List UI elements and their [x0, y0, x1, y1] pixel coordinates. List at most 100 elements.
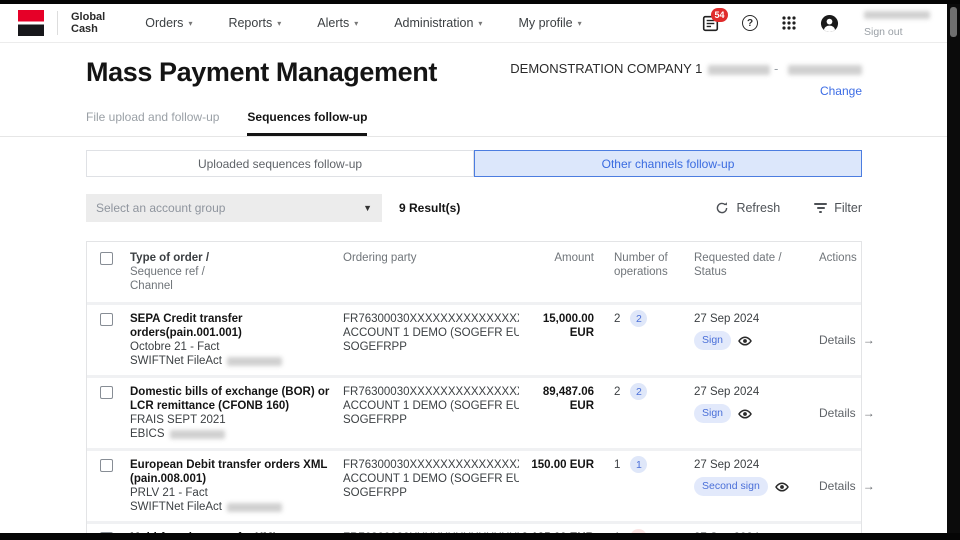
select-all-checkbox[interactable]	[100, 252, 113, 265]
channel-name: EBICS	[130, 428, 165, 440]
filter-button[interactable]: Filter	[814, 201, 862, 215]
date-status-cell: 27 Sep 2024 Second sign	[694, 458, 819, 496]
sign-out-link[interactable]: Sign out	[864, 26, 930, 38]
col-actions: Actions	[819, 252, 857, 264]
sequence-ref: PRLV 21 - Fact	[130, 487, 208, 499]
account-group-select[interactable]: Select an account group ▼	[86, 194, 382, 222]
eye-icon[interactable]	[774, 481, 789, 493]
row-checkbox[interactable]	[100, 313, 113, 326]
scrollbar-track[interactable]	[947, 0, 960, 540]
requested-date: 27 Sep 2024	[694, 459, 760, 471]
tab-sequences-follow-up[interactable]: Sequences follow-up	[247, 110, 368, 136]
user-menu[interactable]: Sign out	[864, 8, 930, 38]
col-number-of-operations: Number of operations	[614, 252, 668, 278]
toolbar: Select an account group ▼ 9 Result(s) Re…	[0, 194, 947, 222]
toolbar-right: Refresh Filter	[715, 201, 862, 215]
amount-cell: 15,000.00 EUR	[542, 313, 594, 339]
segment-other-channels-follow-up[interactable]: Other channels follow-up	[474, 150, 862, 177]
table-row: Domestic bills of exchange (BOR) or LCR …	[87, 378, 875, 451]
notifications-button[interactable]: 54	[702, 7, 728, 32]
channel-line: SWIFTNet FileAct	[130, 500, 343, 514]
nav-item-my-profile[interactable]: My profile ▾	[518, 16, 581, 30]
ordering-party-line: SOGEFRPP	[343, 487, 407, 499]
scrollbar-thumb[interactable]	[950, 7, 957, 37]
row-checkbox[interactable]	[100, 459, 113, 472]
operations-total: 2	[614, 386, 621, 398]
ordering-party-cell: FR76300030XXXXXXXXXXXXXXX11 ACCOUNT 1 DEM…	[343, 312, 519, 354]
follow-up-toggle: Uploaded sequences follow-up Other channe…	[86, 150, 862, 177]
chevron-down-icon: ▾	[478, 19, 483, 28]
company-name: DEMONSTRATION COMPANY 1 -	[510, 61, 862, 76]
change-company-link[interactable]: Change	[820, 84, 862, 98]
row-checkbox-cell	[100, 385, 130, 403]
help-icon[interactable]: ?	[742, 15, 758, 31]
eye-icon[interactable]	[738, 335, 752, 347]
details-link[interactable]: Details →	[819, 333, 875, 347]
table-row: SEPA Credit transfer orders(pain.001.001…	[87, 305, 875, 378]
row-checkbox-cell	[100, 312, 130, 330]
operations-cell: 22	[614, 383, 694, 400]
ordering-party-line: ACCOUNT 1 DEMO (SOGEFR EUR)	[343, 327, 519, 339]
app-name-line1: Global	[71, 11, 106, 23]
segment-uploaded-sequences-follow-up[interactable]: Uploaded sequences follow-up	[86, 150, 474, 177]
user-name-redacted	[864, 11, 930, 20]
col-type-of-order: Type of order / Sequence ref / Channel	[130, 252, 210, 292]
operations-badge: 2	[630, 310, 648, 327]
channel-line: EBICS	[130, 427, 343, 441]
result-count: 9 Result(s)	[399, 201, 461, 215]
sequences-table: Type of order / Sequence ref / Channel O…	[86, 241, 875, 540]
window-top-border	[0, 0, 960, 4]
details-link[interactable]: Details →	[819, 479, 875, 493]
col-ordering-party: Ordering party	[343, 252, 417, 264]
nav-item-reports[interactable]: Reports ▾	[228, 16, 281, 30]
page-content: Mass Payment Management DEMONSTRATION CO…	[0, 57, 947, 540]
channel-name: SWIFTNet FileAct	[130, 355, 223, 367]
amount-cell: 89,487.06 EUR	[542, 386, 594, 412]
operations-cell: 22	[614, 310, 694, 327]
chevron-down-icon: ▾	[277, 19, 282, 28]
status-line: Second sign	[694, 477, 819, 496]
main-nav: Orders ▾ Reports ▾ Alerts ▾ Administration ▾ My …	[145, 16, 581, 30]
date-status-cell: 27 Sep 2024 Sign	[694, 385, 819, 423]
chevron-down-icon: ▾	[577, 19, 582, 28]
details-label: Details	[819, 479, 856, 493]
eye-icon[interactable]	[738, 408, 752, 420]
app-header: Global Cash Orders ▾ Reports ▾ Alerts ▾ Admini…	[0, 0, 960, 43]
details-label: Details	[819, 333, 856, 347]
user-avatar-icon[interactable]	[820, 14, 839, 33]
ordering-party-line: ACCOUNT 1 DEMO (SOGEFR EUR)	[343, 473, 519, 485]
ordering-party-line: FR76300030XXXXXXXXXXXXXXX11	[343, 459, 519, 471]
tabs: File upload and follow-up Sequences follo…	[0, 110, 947, 136]
company-selector: DEMONSTRATION COMPANY 1 - Change	[510, 57, 862, 100]
amount-cell: 150.00 EUR	[531, 459, 594, 471]
app-name-line2: Cash	[71, 23, 98, 35]
chevron-down-icon: ▾	[188, 19, 193, 28]
apps-grid-icon[interactable]	[781, 15, 797, 31]
refresh-button[interactable]: Refresh	[715, 201, 780, 215]
title-row: Mass Payment Management DEMONSTRATION CO…	[0, 57, 947, 100]
tab-file-upload-and-follow-up[interactable]: File upload and follow-up	[86, 110, 219, 136]
arrow-right-icon: →	[862, 479, 875, 493]
arrow-right-icon: →	[862, 333, 875, 347]
app-window: Global Cash Orders ▾ Reports ▾ Alerts ▾ Admini…	[0, 0, 960, 540]
notification-count-badge: 54	[711, 7, 728, 22]
tabs-bar: File upload and follow-up Sequences follo…	[0, 110, 947, 137]
nav-item-administration[interactable]: Administration ▾	[394, 16, 482, 30]
channel-id-redacted	[227, 502, 283, 512]
company-id-redacted	[708, 64, 771, 75]
col-amount: Amount	[554, 252, 594, 264]
company-separator: -	[774, 61, 779, 76]
row-checkbox[interactable]	[100, 386, 113, 399]
refresh-icon	[717, 202, 728, 214]
eye-icon	[738, 408, 752, 419]
type-of-order-cell: SEPA Credit transfer orders(pain.001.001…	[130, 312, 343, 368]
nav-item-alerts[interactable]: Alerts ▾	[317, 16, 358, 30]
order-type-title: Domestic bills of exchange (BOR) or LCR …	[130, 386, 330, 412]
date-status-cell: 27 Sep 2024 Sign	[694, 312, 819, 350]
details-link[interactable]: Details →	[819, 406, 875, 420]
table-header-row: Type of order / Sequence ref / Channel O…	[87, 242, 861, 305]
company-name-text: DEMONSTRATION COMPANY 1	[510, 61, 703, 76]
status-badge: Sign	[694, 331, 732, 350]
nav-item-orders[interactable]: Orders ▾	[145, 16, 192, 30]
operations-total: 2	[614, 313, 621, 325]
